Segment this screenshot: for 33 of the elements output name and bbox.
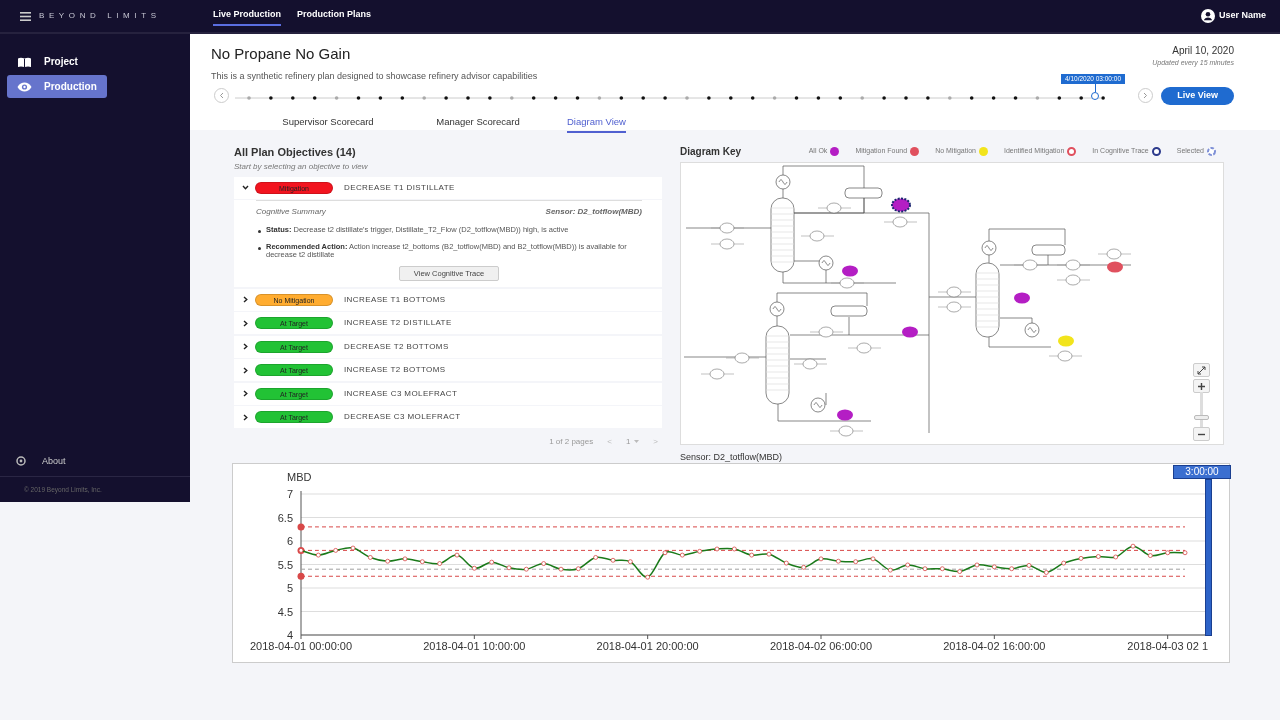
diagram-key-title: Diagram Key	[680, 145, 742, 159]
y-tick-label: 6	[286, 535, 293, 547]
x-tick-label: 2018-04-03 02 1	[1127, 640, 1209, 652]
objective-title: DECREASE C3 MOLEFRACT	[344, 411, 461, 424]
x-tick-label: 2018-04-01 10:00:00	[423, 640, 526, 652]
summary-label: Cognitive Summary	[256, 206, 326, 218]
plan-title: No Propane No Gain	[211, 44, 352, 64]
chart-title: Sensor: D2_totflow(MBD)	[678, 452, 783, 463]
y-tick-label: 5.5	[277, 558, 293, 571]
page-count-text: 1 of 2 pages	[549, 435, 594, 448]
y-tick-label: 7	[286, 488, 293, 500]
objective-title: DECREASE T1 DISTILLATE	[344, 181, 455, 194]
objectives-title: All Plan Objectives (14)	[234, 145, 357, 160]
cursor-label: 3:00:00	[1173, 465, 1231, 479]
y-tick-label: 6.5	[277, 511, 293, 524]
objective-title: INCREASE T2 BOTTOMS	[344, 364, 446, 377]
x-tick-label: 2018-04-02 16:00:00	[943, 640, 1046, 652]
objective-title: INCREASE T1 BOTTOMS	[344, 293, 446, 306]
objective-title: INCREASE T2 DISTILLATE	[344, 317, 452, 330]
y-axis-label: MBD	[287, 471, 312, 483]
sensor-label: Sensor: D2_totflow(MBD)	[545, 206, 642, 218]
y-tick-label: 4.5	[277, 605, 293, 618]
x-tick-label: 2018-04-02 06:00:00	[769, 640, 873, 652]
objective-title: DECREASE T2 BOTTOMS	[344, 340, 449, 353]
date-text: April 10, 2020	[1171, 44, 1234, 58]
plan-description: This is a synthetic refinery plan designed to showcase refinery advisor capabilities	[211, 69, 538, 83]
x-tick-label: 2018-04-01 00:00:00	[249, 640, 353, 652]
y-tick-label: 5	[286, 582, 293, 594]
brand-logo: BEYOND LIMITS	[39, 10, 162, 22]
x-tick-label: 2018-04-01 20:00:00	[596, 640, 699, 652]
y-tick-label: 4	[286, 629, 293, 641]
objectives-hint: Start by selecting an objective to view	[234, 160, 369, 173]
objective-title: INCREASE C3 MOLEFRACT	[344, 387, 458, 400]
